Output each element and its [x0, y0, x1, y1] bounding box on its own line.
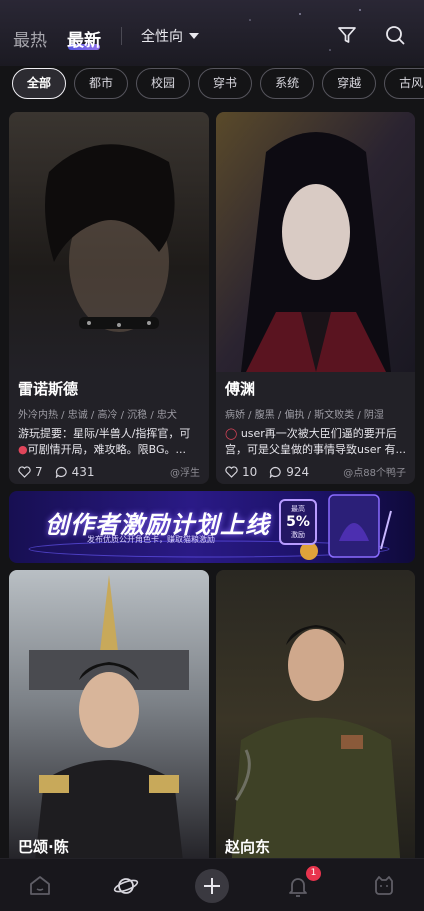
card-description: 游玩提要：星际/半兽人/指挥官，可 ●可剧情开局，难攻略。限BG。...	[18, 426, 200, 458]
chip-ancient[interactable]: 古风	[384, 68, 424, 99]
character-card[interactable]: 傅渊 病娇 / 腹黑 / 偏执 / 斯文败类 / 阴湿 ◯ user再一次被大臣…	[216, 112, 415, 484]
comment-count: 924	[286, 464, 310, 479]
caret-down-icon	[189, 33, 199, 39]
card-description-text: user再一次被大臣们逼的要开后宫，可是父皇做的事情导致user 有...	[225, 427, 406, 456]
alert-icon: ◯	[225, 427, 241, 440]
like-stat[interactable]: 7	[18, 465, 43, 479]
comment-icon	[270, 466, 281, 478]
gender-filter-dropdown[interactable]: 全性向	[141, 26, 199, 46]
card-title: 巴颂·陈	[18, 838, 69, 856]
character-card[interactable]: 雷诺斯德 外冷内热 / 忠诚 / 高冷 / 沉稳 / 忠犬 游玩提要：星际/半兽…	[9, 112, 209, 484]
card-description: ◯ user再一次被大臣们逼的要开后宫，可是父皇做的事情导致user 有...	[225, 426, 406, 458]
chip-book-transmigration[interactable]: 穿书	[198, 68, 253, 99]
card-author[interactable]: @浮生	[170, 464, 200, 479]
search-icon[interactable]	[384, 24, 406, 46]
character-portrait	[9, 570, 209, 870]
header-decoration	[249, 9, 361, 51]
category-chips: 全部 都市 校园 穿书 系统 穿越 古风	[12, 68, 424, 100]
planet-icon[interactable]	[113, 873, 139, 899]
card-title: 傅渊	[225, 380, 256, 398]
chip-campus[interactable]: 校园	[136, 68, 191, 99]
card-title: 雷诺斯德	[18, 380, 79, 398]
banner-subtitle: 发布优质公开角色卡，赚取猫粮激励	[87, 535, 215, 544]
chip-all[interactable]: 全部	[12, 68, 67, 99]
card-tags: 病娇 / 腹黑 / 偏执 / 斯文败类 / 阴湿	[225, 410, 384, 421]
card-description-line: 游玩提要：星际/半兽人/指挥官，可	[18, 427, 191, 440]
character-portrait	[216, 112, 415, 372]
badge-top-label: 最高	[291, 505, 305, 513]
character-card[interactable]: 赵向东	[216, 570, 415, 870]
comment-stat[interactable]: 431	[55, 465, 95, 479]
like-count: 10	[242, 464, 258, 479]
incentive-badge: 最高 5% 激励	[279, 499, 317, 545]
card-description-line: 可剧情开局，难攻略。限BG。...	[27, 443, 186, 456]
chip-time-travel[interactable]: 穿越	[322, 68, 377, 99]
card-title: 赵向东	[225, 838, 271, 856]
chip-city[interactable]: 都市	[74, 68, 129, 99]
character-portrait	[9, 112, 209, 372]
like-stat[interactable]: 10	[225, 465, 257, 479]
comment-icon	[55, 466, 67, 478]
heart-icon	[225, 465, 238, 478]
tab-new[interactable]: 最新	[67, 26, 101, 51]
character-portrait	[216, 570, 415, 870]
badge-percentage: 5%	[286, 514, 310, 530]
card-tags: 外冷内热 / 忠诚 / 高冷 / 沉稳 / 忠犬	[18, 410, 177, 421]
creator-incentive-banner[interactable]: 创作者激励计划上线 发布优质公开角色卡，赚取猫粮激励 最高 5% 激励	[9, 491, 415, 563]
bottom-navigation	[0, 858, 424, 911]
like-count: 7	[35, 464, 43, 479]
tab-hot[interactable]: 最热	[13, 26, 47, 51]
header-divider	[121, 27, 122, 45]
card-stats: 10 924 @点88个鸭子	[225, 464, 406, 479]
top-header	[0, 0, 424, 66]
lips-icon: ●	[18, 443, 28, 456]
character-card[interactable]: 巴颂·陈	[9, 570, 209, 870]
chip-system[interactable]: 系统	[260, 68, 315, 99]
card-stats: 7 431 @浮生	[18, 464, 200, 479]
card-author[interactable]: @点88个鸭子	[343, 464, 406, 479]
create-button[interactable]	[194, 868, 230, 904]
comment-count: 431	[71, 464, 95, 479]
badge-bottom-label: 激励	[291, 531, 305, 539]
gender-filter-label: 全性向	[141, 29, 183, 45]
home-icon[interactable]	[27, 873, 53, 899]
comment-stat[interactable]: 924	[269, 465, 309, 479]
heart-icon	[18, 465, 31, 478]
filter-icon[interactable]	[336, 24, 358, 46]
notification-badge: 1	[306, 866, 321, 881]
cat-profile-icon[interactable]	[371, 873, 397, 899]
